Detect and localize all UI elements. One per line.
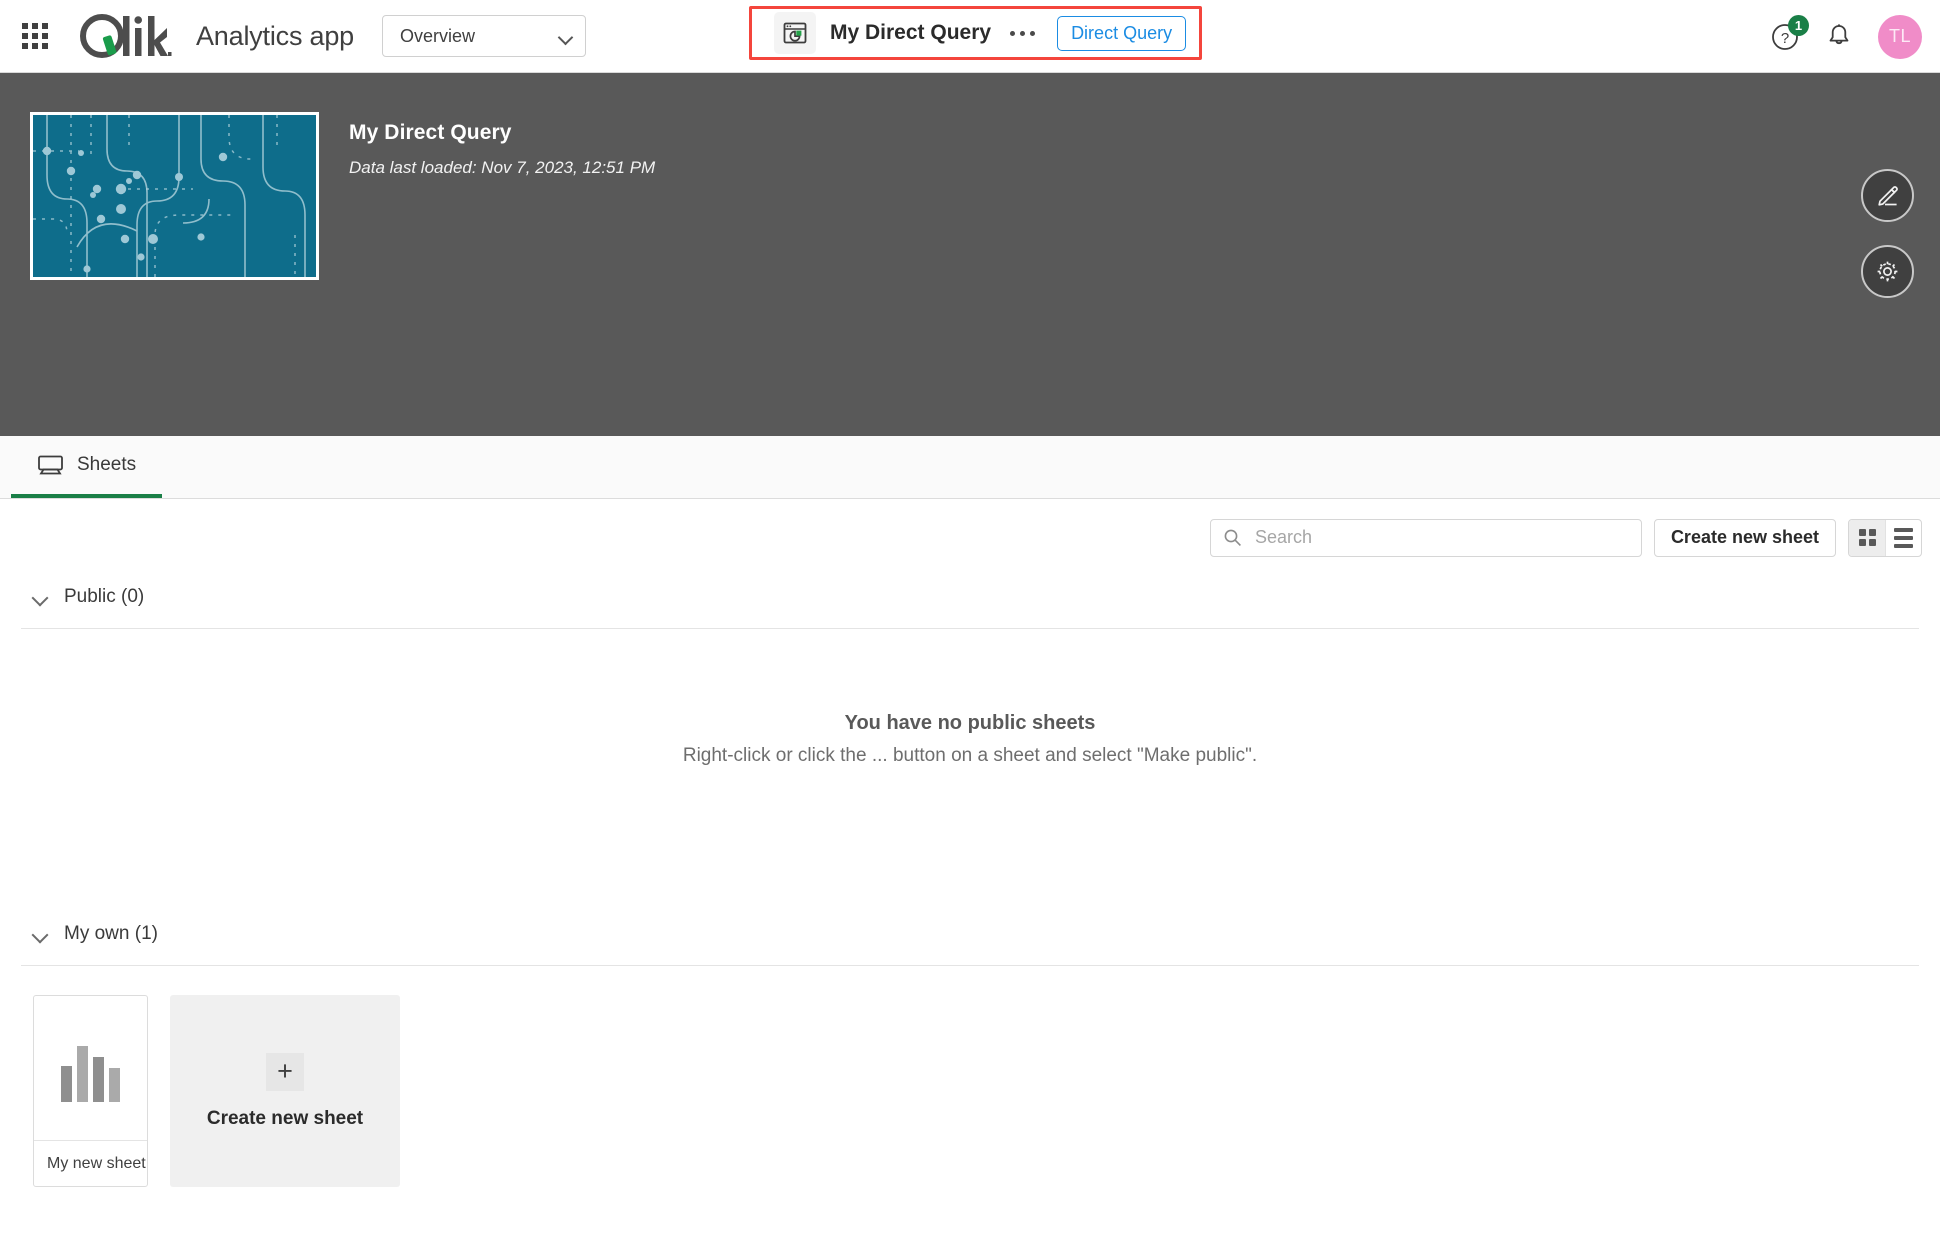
app-hero-text: My Direct Query Data last loaded: Nov 7,… [349,121,655,178]
search-icon [1224,529,1241,546]
gear-icon [1877,261,1898,282]
bell-icon [1829,23,1849,44]
my-own-section-header[interactable]: My own (1) [0,913,1940,955]
pencil-icon [1878,186,1898,206]
data-last-loaded-label: Data last loaded: Nov 7, 2023, 12:51 PM [349,158,656,177]
chevron-down-icon [33,929,49,939]
my-own-sheets-section: My own (1) My new sheet + Create new she… [0,913,1940,1187]
list-view-icon [1894,527,1913,548]
sheet-icon [38,455,63,475]
search-box[interactable] [1209,518,1642,557]
grid-view-button[interactable] [1849,519,1885,556]
create-new-sheet-card[interactable]: + Create new sheet [170,995,400,1187]
chevron-down-icon [33,592,49,602]
sheet-card-title: My new sheet [47,1154,146,1172]
qlik-logo-icon [80,14,172,58]
apps-grid-icon [22,23,48,49]
list-view-button[interactable] [1885,519,1921,556]
sheet-card-thumbnail [34,996,147,1141]
public-sheets-section: Public (0) You have no public sheets Rig… [0,576,1940,850]
view-mode-toggle [1848,518,1922,557]
top-navigation-bar: Analytics app Overview My Direct Query D… [0,0,1940,73]
direct-query-badge[interactable]: Direct Query [1057,15,1187,51]
page-title: My Direct Query [349,121,512,144]
public-section-title: Public (0) [64,586,145,607]
bar-chart-icon [61,1046,120,1102]
hero-action-buttons [1861,169,1914,298]
tab-sheets-label: Sheets [77,454,137,475]
my-own-section-title: My own (1) [64,923,158,944]
app-thumbnail-network-pattern [33,115,316,277]
empty-state-subtitle: Right-click or click the ... button on a… [682,745,1258,766]
help-button[interactable]: ? 1 [1770,14,1809,52]
app-kind-label: Analytics app [196,20,354,51]
plus-icon: + [266,1052,304,1091]
chevron-down-icon [559,32,573,41]
app-more-menu-button[interactable] [1008,25,1037,42]
create-new-sheet-button[interactable]: Create new sheet [1653,518,1836,557]
help-badge-count: 1 [1788,14,1809,36]
ellipsis-icon [1010,30,1016,36]
notifications-button[interactable] [1826,22,1852,52]
sheet-cards-row: My new sheet + Create new sheet [0,966,1940,1187]
app-title-group-highlight: My Direct Query Direct Query [749,6,1202,60]
tab-sheets[interactable]: Sheets [11,436,163,498]
create-new-sheet-card-label: Create new sheet [206,1107,364,1129]
sheets-toolbar: Create new sheet [0,499,1940,576]
search-input[interactable] [1252,526,1629,549]
app-icon-container [774,12,816,54]
space-selector-value: Overview [400,25,476,46]
empty-state-title: You have no public sheets [844,712,1096,734]
grid-view-icon [1858,529,1876,546]
avatar[interactable]: TL [1878,14,1922,59]
svg-text:?: ? [1781,30,1789,47]
app-settings-button[interactable] [1861,245,1914,298]
app-launcher-button[interactable] [16,17,54,55]
direct-query-app-icon [783,22,807,44]
qlik-logo[interactable] [76,12,172,60]
app-hero-banner: My Direct Query Data last loaded: Nov 7,… [0,73,1940,436]
space-selector[interactable]: Overview [382,15,586,57]
app-name-title: My Direct Query [830,21,992,44]
content-tabs: Sheets [0,436,1940,499]
edit-sheet-button[interactable] [1861,169,1914,222]
sheet-card-footer: My new sheet [34,1141,147,1186]
public-section-header[interactable]: Public (0) [0,576,1940,618]
public-empty-state: You have no public sheets Right-click or… [0,629,1940,850]
topbar-right-actions: ? 1 TL [1770,0,1922,73]
sheet-card[interactable]: My new sheet [33,995,148,1187]
app-thumbnail[interactable] [30,112,319,280]
